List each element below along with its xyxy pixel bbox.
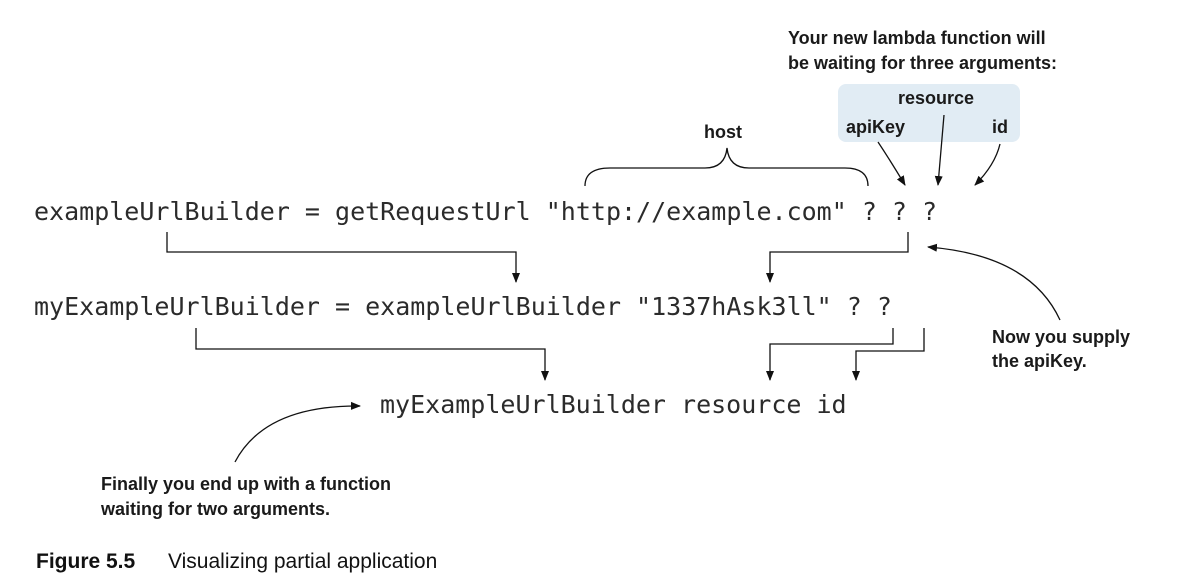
host-label: host bbox=[704, 122, 742, 142]
connector-builder-1 bbox=[166, 232, 520, 283]
figure-caption: Visualizing partial application bbox=[168, 550, 437, 573]
arg-resource-label: resource bbox=[898, 88, 974, 108]
final-note-arrow bbox=[234, 401, 361, 463]
final-note-line1: Finally you end up with a function bbox=[101, 474, 391, 494]
supply-note-line2: the apiKey. bbox=[992, 351, 1087, 371]
code-line-3: myExampleUrlBuilder resource id bbox=[380, 390, 847, 419]
id-arrow bbox=[974, 143, 1001, 186]
partial-application-diagram: Your new lambda function will be waiting… bbox=[34, 28, 1130, 573]
connector-id bbox=[852, 328, 925, 381]
supply-note-arrow bbox=[927, 243, 1061, 321]
arg-id-label: id bbox=[992, 117, 1008, 137]
apikey-arrow bbox=[877, 141, 906, 186]
code-line-2: myExampleUrlBuilder = exampleUrlBuilder … bbox=[34, 292, 892, 321]
figure-number: Figure 5.5 bbox=[36, 550, 136, 573]
connector-builder-2 bbox=[195, 328, 549, 381]
supply-note-line1: Now you supply bbox=[992, 327, 1130, 347]
lambda-note-line2: be waiting for three arguments: bbox=[788, 53, 1057, 73]
connector-apikey-supply bbox=[766, 232, 909, 283]
connector-resource bbox=[766, 328, 894, 381]
arg-apikey-label: apiKey bbox=[846, 117, 905, 137]
final-note-line2: waiting for two arguments. bbox=[100, 499, 330, 519]
host-brace bbox=[584, 147, 869, 187]
lambda-note-line1: Your new lambda function will bbox=[788, 28, 1046, 48]
code-line-1: exampleUrlBuilder = getRequestUrl "http:… bbox=[34, 197, 937, 226]
